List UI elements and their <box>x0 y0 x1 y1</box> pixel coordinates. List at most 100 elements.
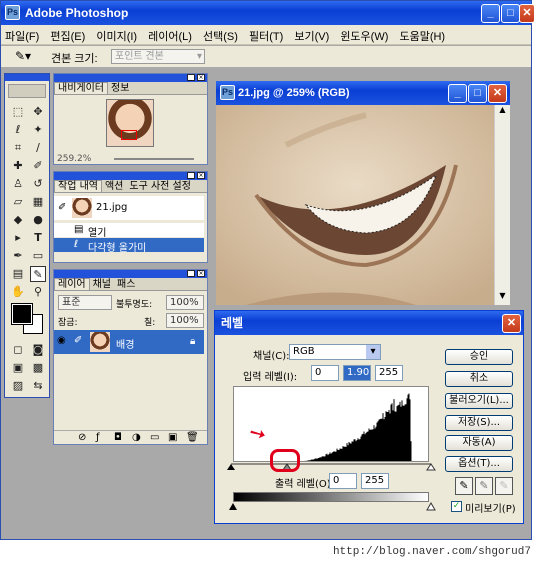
trash-icon[interactable]: 🗑︎ <box>186 432 199 443</box>
marquee-tool-icon[interactable]: ⬚ <box>10 104 26 120</box>
tab-navigator[interactable]: 내비게이터 <box>54 82 108 94</box>
eraser-tool-icon[interactable]: ▱ <box>10 194 26 210</box>
screen-mode-standard-icon[interactable]: ▣ <box>10 360 26 376</box>
shape-tool-icon[interactable]: ▭ <box>30 248 46 264</box>
black-point-slider[interactable] <box>227 464 235 470</box>
black-eyedropper-icon[interactable]: ✎ <box>455 477 473 495</box>
eye-icon[interactable]: ◉ <box>57 335 66 346</box>
vertical-scrollbar[interactable]: ▲ ▼ <box>494 105 510 305</box>
menu-window[interactable]: 윈도우(W) <box>336 25 392 47</box>
jump-to-imageready-icon[interactable]: ⇆ <box>30 378 46 394</box>
foreground-color-swatch[interactable] <box>11 303 33 325</box>
sample-size-select[interactable]: 포인트 견본 ▾ <box>111 49 205 64</box>
mask-icon[interactable]: ◘ <box>114 432 122 443</box>
layer-row[interactable]: ◉ ✐ 배경 🔒︎ <box>54 330 204 354</box>
type-tool-icon[interactable]: T <box>30 230 46 246</box>
tab-paths[interactable]: 패스 <box>114 279 138 290</box>
eyedropper-icon[interactable]: ✎▾ <box>15 49 31 63</box>
history-brush-icon[interactable]: ↺ <box>30 176 46 192</box>
load-button[interactable]: 불러오기(L)... <box>445 393 513 409</box>
input-white-field[interactable]: 255 <box>375 365 403 381</box>
tab-actions[interactable]: 액션 <box>102 181 126 192</box>
channel-select[interactable]: RGB ▾ <box>289 344 381 360</box>
standard-mode-icon[interactable]: ◻ <box>10 342 26 358</box>
slice-tool-icon[interactable]: ∕ <box>30 140 46 156</box>
minimize-icon[interactable]: _ <box>187 74 195 81</box>
maximize-button[interactable]: □ <box>501 4 520 23</box>
menu-filter[interactable]: 필터(T) <box>245 25 287 47</box>
minimize-button[interactable]: _ <box>481 4 500 23</box>
menu-edit[interactable]: 편집(E) <box>46 25 89 47</box>
folder-icon[interactable]: ▭ <box>150 432 159 443</box>
input-gamma-field[interactable]: 1.90 <box>343 365 371 381</box>
eyedropper-tool-icon[interactable]: ✎ <box>30 266 46 282</box>
screen-mode-fullscreen-icon[interactable]: ▨ <box>10 378 26 394</box>
history-item[interactable]: ▤ 열기 <box>54 223 204 239</box>
hand-tool-icon[interactable]: ✋ <box>10 284 26 300</box>
dodge-tool-icon[interactable]: ● <box>30 212 46 228</box>
healing-brush-icon[interactable]: ✚ <box>10 158 26 174</box>
brush-tool-icon[interactable]: ✐ <box>30 158 46 174</box>
history-item-active[interactable]: ℓ 다각형 올가미 <box>54 238 204 254</box>
layer-style-icon[interactable]: ƒ <box>96 432 100 443</box>
crop-tool-icon[interactable]: ⌗ <box>10 140 26 156</box>
zoom-slider[interactable] <box>114 158 194 160</box>
blur-tool-icon[interactable]: ◆ <box>10 212 26 228</box>
save-button[interactable]: 저장(S)... <box>445 415 513 431</box>
menu-layer[interactable]: 레이어(L) <box>144 25 196 47</box>
close-icon[interactable]: × <box>197 74 205 81</box>
doc-maximize-button[interactable]: □ <box>468 84 487 103</box>
link-icon[interactable]: ⊘ <box>78 432 86 443</box>
tab-info[interactable]: 정보 <box>108 83 132 94</box>
ok-button[interactable]: 승인 <box>445 349 513 365</box>
magic-wand-icon[interactable]: ✦ <box>30 122 46 138</box>
input-black-field[interactable]: 0 <box>311 365 339 381</box>
doc-minimize-button[interactable]: _ <box>448 84 467 103</box>
history-brush-icon[interactable]: ✐ <box>58 202 66 213</box>
output-black-field[interactable]: 0 <box>329 473 357 489</box>
path-select-icon[interactable]: ▸ <box>10 230 26 246</box>
menu-file[interactable]: 파일(F) <box>1 25 43 47</box>
lasso-tool-icon[interactable]: ℓ <box>10 122 26 138</box>
levels-close-button[interactable]: ✕ <box>502 314 521 333</box>
preview-checkbox[interactable]: ✓ <box>451 501 462 512</box>
scroll-down-icon[interactable]: ▼ <box>495 291 510 305</box>
tab-channels[interactable]: 채널 <box>90 279 114 290</box>
doc-close-button[interactable]: ✕ <box>488 84 507 103</box>
white-eyedropper-icon[interactable]: ✎ <box>495 477 513 495</box>
navigator-view-box[interactable] <box>121 130 137 140</box>
blend-mode-select[interactable]: 표준 <box>58 295 112 310</box>
tab-tool-presets[interactable]: 도구 사전 설정 <box>126 181 194 192</box>
gray-eyedropper-icon[interactable]: ✎ <box>475 477 493 495</box>
output-white-field[interactable]: 255 <box>361 473 389 489</box>
pen-tool-icon[interactable]: ✒ <box>10 248 26 264</box>
screen-mode-full-icon[interactable]: ▩ <box>30 360 46 376</box>
minimize-icon[interactable]: _ <box>187 172 195 179</box>
navigator-thumbnail[interactable] <box>106 99 154 147</box>
close-button[interactable]: ✕ <box>519 4 535 23</box>
menu-view[interactable]: 보기(V) <box>290 25 333 47</box>
tab-layers[interactable]: 레이어 <box>54 278 90 290</box>
tab-history[interactable]: 작업 내역 <box>54 180 102 192</box>
cancel-button[interactable]: 취소 <box>445 371 513 387</box>
menu-help[interactable]: 도움말(H) <box>395 25 449 47</box>
auto-button[interactable]: 자동(A) <box>445 435 513 451</box>
history-snapshot[interactable]: ✐ 21.jpg <box>54 196 204 220</box>
opacity-field[interactable]: 100% <box>166 295 204 310</box>
image-canvas[interactable] <box>216 105 494 305</box>
input-slider[interactable] <box>227 462 437 472</box>
minimize-icon[interactable]: _ <box>187 270 195 277</box>
move-tool-icon[interactable]: ✥ <box>30 104 46 120</box>
zoom-tool-icon[interactable]: ⚲ <box>30 284 46 300</box>
close-icon[interactable]: × <box>197 172 205 179</box>
quick-mask-icon[interactable]: ◙ <box>30 342 46 358</box>
menu-image[interactable]: 이미지(I) <box>92 25 141 47</box>
white-point-slider[interactable] <box>426 463 436 471</box>
navigator-zoom[interactable]: 259.2% <box>57 154 91 164</box>
notes-tool-icon[interactable]: ▤ <box>10 266 26 282</box>
options-button[interactable]: 옵션(T)... <box>445 456 513 472</box>
close-icon[interactable]: × <box>197 270 205 277</box>
output-slider[interactable] <box>227 502 437 512</box>
adjustment-layer-icon[interactable]: ◑ <box>132 432 141 443</box>
gradient-tool-icon[interactable]: ▦ <box>30 194 46 210</box>
